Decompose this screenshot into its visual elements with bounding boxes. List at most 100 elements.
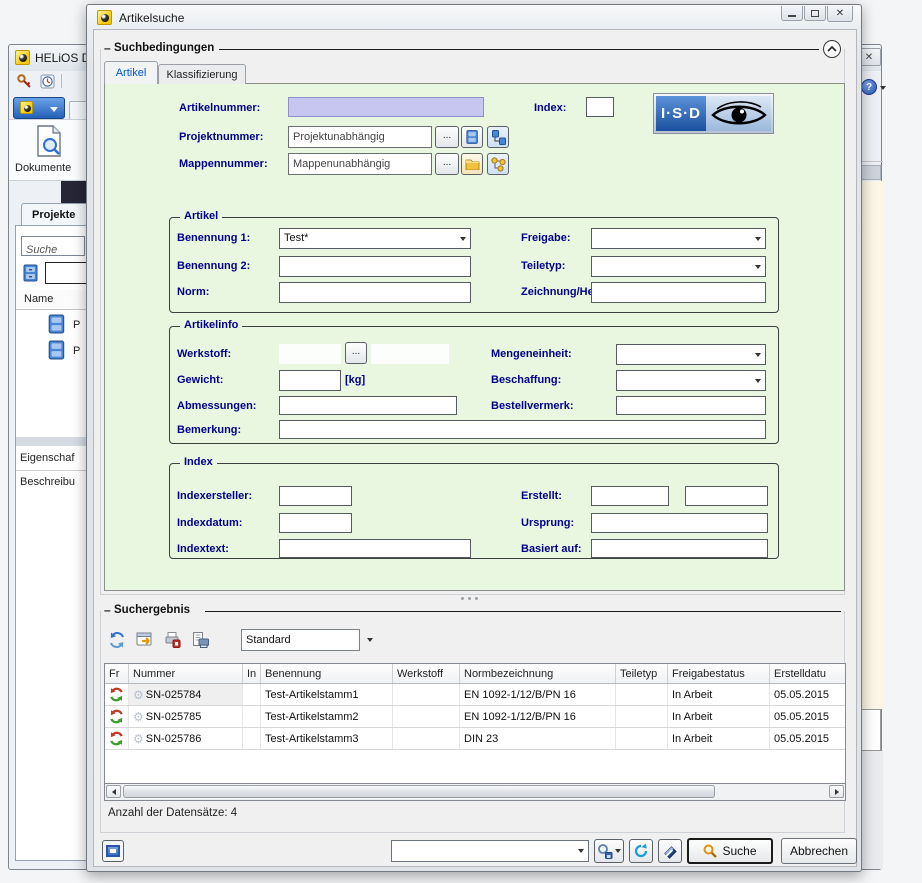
abmessungen-input[interactable] xyxy=(279,396,457,415)
minimize-button[interactable] xyxy=(781,6,803,21)
print-report-icon[interactable] xyxy=(192,631,210,654)
horizontal-scrollbar[interactable] xyxy=(104,784,846,801)
project-tree-item[interactable]: P xyxy=(46,314,88,336)
table-row[interactable]: ⚙ SN-025784 Test-Artikelstamm1 EN 1092-1… xyxy=(105,684,845,706)
reset-refresh-button[interactable] xyxy=(629,839,653,863)
beschaffung-combo[interactable] xyxy=(616,370,766,391)
cell-freigabestatus: In Arbeit xyxy=(672,733,712,745)
column-header-werkstoff[interactable]: Werkstoff xyxy=(393,664,460,683)
export-table-icon[interactable] xyxy=(136,631,154,654)
zeichnung-input[interactable] xyxy=(591,282,766,303)
chevron-down-icon xyxy=(367,638,373,642)
cabinet-hierarchy-icon xyxy=(491,130,506,145)
projekte-tab[interactable]: Projekte xyxy=(21,203,89,225)
bemerkung-input[interactable] xyxy=(279,420,766,439)
benennung1-combo[interactable]: Test* xyxy=(279,228,471,249)
refresh-results-icon[interactable] xyxy=(108,631,126,654)
benennung2-label: Benennung 2: xyxy=(177,260,250,272)
projektnummer-input[interactable]: Projektunabhängig xyxy=(288,126,432,148)
gewicht-input[interactable] xyxy=(279,370,341,391)
column-header-freigabestatus[interactable]: Freigabestatus xyxy=(668,664,770,683)
column-header-erstelldatum[interactable]: Erstelldatu xyxy=(770,664,845,683)
clear-form-button[interactable] xyxy=(658,839,682,863)
benennung2-input[interactable] xyxy=(279,256,471,277)
column-header-benennung[interactable]: Benennung xyxy=(261,664,393,683)
freigabe-combo[interactable] xyxy=(591,228,766,249)
bestellvermerk-input[interactable] xyxy=(616,396,766,415)
indexdatum-input[interactable] xyxy=(279,513,352,533)
result-layout-value: Standard xyxy=(246,634,291,646)
indexersteller-input[interactable] xyxy=(279,486,352,506)
beschreibung-label[interactable]: Beschreibu xyxy=(20,476,75,488)
mappennummer-input[interactable]: Mappenunabhängig xyxy=(288,153,432,175)
mappen-folder-button[interactable] xyxy=(461,153,483,175)
row-divider xyxy=(16,470,88,471)
erstellt-input-1[interactable] xyxy=(591,486,669,506)
cabinet-icon xyxy=(23,264,39,287)
column-header-in[interactable]: In xyxy=(243,664,261,683)
dokumente-button[interactable]: Dokumente xyxy=(13,122,89,180)
werkstoff-field-1 xyxy=(279,344,341,364)
projekt-suche-input[interactable]: Suche xyxy=(21,236,85,256)
index-input[interactable] xyxy=(586,97,614,117)
print-settings-icon[interactable] xyxy=(164,631,182,654)
projekt-cabinet-button[interactable] xyxy=(461,126,483,148)
mengeneinheit-combo[interactable] xyxy=(616,344,766,365)
panel-splitter[interactable] xyxy=(16,437,88,446)
scroll-right-button[interactable] xyxy=(829,785,844,798)
eraser-icon xyxy=(662,843,678,859)
abbrechen-button[interactable]: Abbrechen xyxy=(781,838,857,864)
saved-search-combo[interactable] xyxy=(391,840,589,862)
suche-button-label: Suche xyxy=(722,844,756,858)
toggle-search-panel-button[interactable] xyxy=(102,840,124,862)
table-row[interactable]: ⚙ SN-025786 Test-Artikelstamm3 DIN 23 In… xyxy=(105,728,845,750)
close-button[interactable]: ✕ xyxy=(827,6,853,22)
tab-klassifizierung-label: Klassifizierung xyxy=(167,69,238,81)
scroll-left-button[interactable] xyxy=(106,785,121,798)
login-key-icon[interactable] xyxy=(16,73,33,95)
eigenschaften-label[interactable]: Eigenschaf xyxy=(20,452,74,464)
cell-normbezeichnung: EN 1092-1/12/B/PN 16 xyxy=(464,689,576,701)
magnifier-save-icon xyxy=(597,843,613,859)
isd-logo: I·S·D xyxy=(653,93,774,134)
erstellt-input-2[interactable] xyxy=(685,486,768,506)
column-header-teiletyp[interactable]: Teiletyp xyxy=(616,664,668,683)
save-search-button[interactable] xyxy=(594,839,624,863)
result-layout-combo[interactable]: Standard xyxy=(241,629,360,651)
mappen-structure-button[interactable] xyxy=(487,153,509,175)
helios-app-menu-button[interactable] xyxy=(13,97,65,119)
maximize-button[interactable] xyxy=(804,6,826,21)
artikelnummer-label: Artikelnummer: xyxy=(179,102,260,114)
help-button[interactable]: ? xyxy=(861,79,877,95)
basiert-auf-input[interactable] xyxy=(591,539,768,558)
cell-erstelldatum: 05.05.2015 xyxy=(774,711,829,723)
werkstoff-browse-button[interactable]: ... xyxy=(345,342,367,364)
projekt-browse-button[interactable]: ... xyxy=(435,126,459,148)
splitter-handle[interactable] xyxy=(461,597,464,600)
document-search-icon xyxy=(33,124,65,163)
suche-button[interactable]: Suche xyxy=(687,838,773,864)
column-header-normbezeichnung[interactable]: Normbezeichnung xyxy=(460,664,616,683)
tab-artikel[interactable]: Artikel xyxy=(104,61,158,84)
help-chevron-icon[interactable] xyxy=(880,86,886,90)
mappen-browse-button[interactable]: ... xyxy=(435,153,459,175)
name-column-header[interactable]: Name xyxy=(16,290,88,310)
teiletyp-combo[interactable] xyxy=(591,256,766,277)
column-header-fr[interactable]: Fr xyxy=(105,664,129,683)
indextext-input[interactable] xyxy=(279,539,471,558)
history-clock-icon[interactable] xyxy=(39,73,56,95)
scrollbar-thumb[interactable] xyxy=(123,785,715,798)
project-tree-item[interactable]: P xyxy=(46,340,88,362)
norm-input[interactable] xyxy=(279,282,471,303)
projekt-filter-input[interactable] xyxy=(45,262,87,284)
collapse-button[interactable] xyxy=(823,40,841,58)
dokumente-label: Dokumente xyxy=(15,162,71,174)
gewicht-label: Gewicht: xyxy=(177,374,223,386)
tab-klassifizierung[interactable]: Klassifizierung xyxy=(158,64,246,84)
ursprung-input[interactable] xyxy=(591,513,768,533)
table-row[interactable]: ⚙ SN-025785 Test-Artikelstamm2 EN 1092-1… xyxy=(105,706,845,728)
freigabe-status-icon xyxy=(109,687,124,702)
column-header-nummer[interactable]: Nummer xyxy=(129,664,243,683)
artikelnummer-input[interactable] xyxy=(288,97,484,117)
projekt-structure-button[interactable] xyxy=(487,126,509,148)
